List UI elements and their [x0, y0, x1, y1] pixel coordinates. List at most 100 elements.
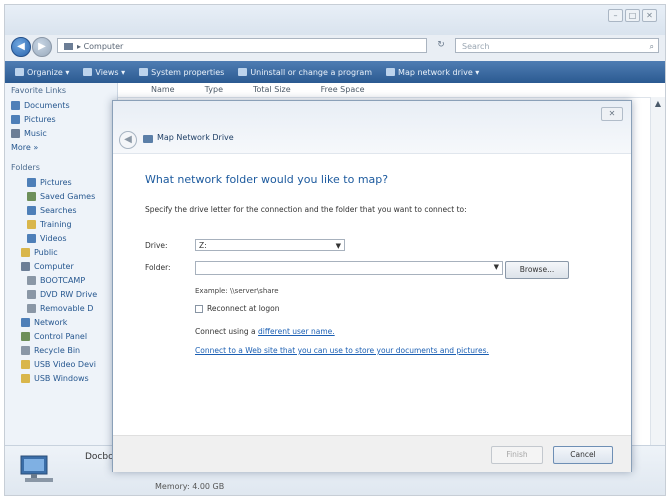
- browse-button[interactable]: Browse...: [505, 261, 569, 279]
- sidebar-item-label: Pictures: [24, 114, 56, 124]
- finish-button[interactable]: Finish: [491, 446, 543, 464]
- computer-icon: [64, 43, 73, 50]
- folder-label: Pictures: [40, 177, 72, 187]
- connect-using-line: Connect using a different user name.: [195, 327, 335, 336]
- pictures-icon: [11, 114, 20, 124]
- organize-button[interactable]: Organize ▾: [15, 68, 69, 77]
- drive-select[interactable]: Z: ▼: [195, 239, 345, 251]
- dialog-back-button[interactable]: ◀: [119, 131, 137, 149]
- folder-tree-item[interactable]: Control Panel: [5, 329, 117, 343]
- window-controls: – □ ✕: [608, 9, 657, 22]
- command-toolbar: Organize ▾ Views ▾ System properties Uni…: [5, 61, 665, 83]
- search-icon[interactable]: ⌕: [650, 39, 654, 54]
- folder-label: Recycle Bin: [34, 345, 81, 355]
- sidebar-item-music[interactable]: Music: [5, 126, 117, 140]
- forward-button[interactable]: ▶: [32, 37, 52, 57]
- minimize-button[interactable]: –: [608, 9, 623, 22]
- dialog-header: ✕ ◀ Map Network Drive: [113, 101, 631, 154]
- views-icon: [83, 68, 93, 76]
- folder-icon: [27, 233, 36, 243]
- chevron-down-icon: ▼: [335, 242, 341, 250]
- reconnect-checkbox[interactable]: [195, 304, 203, 313]
- column-type[interactable]: Type: [175, 83, 223, 97]
- folder-label: USB Windows: [34, 373, 89, 383]
- folder-tree-item[interactable]: Saved Games: [5, 189, 117, 203]
- folder-tree-item[interactable]: DVD RW Drive: [5, 287, 117, 301]
- folder-icon: [21, 359, 30, 369]
- folder-tree-item[interactable]: Recycle Bin: [5, 343, 117, 357]
- folder-tree-item[interactable]: BOOTCAMP: [5, 273, 117, 287]
- folder-tree-item[interactable]: USB Windows: [5, 371, 117, 385]
- search-input[interactable]: Search ⌕: [455, 38, 659, 53]
- scroll-up-icon[interactable]: ▲: [651, 97, 665, 111]
- folders-heading: Folders: [11, 163, 40, 172]
- close-button[interactable]: ✕: [642, 9, 657, 22]
- folder-icon: [27, 177, 36, 187]
- column-name[interactable]: Name: [118, 83, 175, 97]
- search-placeholder: Search: [462, 42, 490, 51]
- folder-label: BOOTCAMP: [40, 275, 86, 285]
- title-bar: – □ ✕: [5, 5, 665, 35]
- folder-label: Removable D: [40, 303, 94, 313]
- folder-tree-item[interactable]: Searches: [5, 203, 117, 217]
- back-button[interactable]: ◀: [11, 37, 31, 57]
- sidebar-item-label: More »: [11, 142, 39, 152]
- folder-icon: [21, 247, 30, 257]
- dialog-close-button[interactable]: ✕: [601, 107, 623, 121]
- organize-label: Organize ▾: [27, 67, 70, 77]
- column-free-space[interactable]: Free Space: [291, 83, 365, 97]
- folder-tree-item[interactable]: Network: [5, 315, 117, 329]
- folder-label: Control Panel: [34, 331, 88, 341]
- folder-icon: [27, 205, 36, 215]
- column-headers: Name Type Total Size Free Space: [118, 83, 665, 98]
- map-drive-label: Map network drive ▾: [398, 67, 480, 77]
- different-user-link[interactable]: different user name.: [258, 327, 335, 336]
- views-label: Views ▾: [95, 67, 126, 77]
- dialog-footer: Finish Cancel: [113, 435, 631, 472]
- folder-label: Computer: [34, 261, 74, 271]
- system-properties-button[interactable]: System properties: [139, 68, 224, 77]
- folder-icon: [21, 373, 30, 383]
- uninstall-program-button[interactable]: Uninstall or change a program: [238, 68, 372, 77]
- folder-tree-item[interactable]: Computer: [5, 259, 117, 273]
- folder-label: DVD RW Drive: [40, 289, 98, 299]
- folder-icon: [21, 345, 30, 355]
- network-drive-icon: [386, 68, 396, 76]
- web-storage-link[interactable]: Connect to a Web site that you can use t…: [195, 346, 489, 355]
- folder-tree-item[interactable]: Pictures: [5, 175, 117, 189]
- uninstall-label: Uninstall or change a program: [250, 67, 373, 77]
- system-properties-label: System properties: [151, 67, 225, 77]
- cancel-button[interactable]: Cancel: [553, 446, 613, 464]
- reconnect-row[interactable]: Reconnect at logon: [195, 304, 279, 313]
- chevron-down-icon[interactable]: ▼: [494, 263, 499, 271]
- sidebar-item-more[interactable]: More »: [5, 140, 117, 154]
- connect-prefix: Connect using a: [195, 327, 259, 336]
- reconnect-label: Reconnect at logon: [207, 304, 280, 313]
- refresh-icon[interactable]: ↻: [431, 38, 451, 53]
- map-network-drive-button[interactable]: Map network drive ▾: [386, 68, 479, 77]
- favorite-links-heading: Favorite Links: [11, 86, 67, 95]
- folder-tree-item[interactable]: Training: [5, 217, 117, 231]
- sidebar-item-label: Music: [24, 128, 47, 138]
- folder-icon: [27, 289, 36, 299]
- folder-tree-item[interactable]: Public: [5, 245, 117, 259]
- sidebar-item-label: Documents: [24, 100, 70, 110]
- views-button[interactable]: Views ▾: [83, 68, 125, 77]
- maximize-button[interactable]: □: [625, 9, 640, 22]
- dialog-heading: What network folder would you like to ma…: [145, 173, 389, 186]
- vertical-scrollbar[interactable]: ▲: [650, 97, 665, 495]
- folder-combobox[interactable]: ▼: [195, 261, 503, 275]
- folder-tree-item[interactable]: Removable D: [5, 301, 117, 315]
- drive-value: Z:: [199, 241, 207, 250]
- folder-label: Videos: [40, 233, 67, 243]
- organize-icon: [15, 68, 24, 76]
- folder-tree-item[interactable]: USB Video Devi: [5, 357, 117, 371]
- column-total-size[interactable]: Total Size: [223, 83, 291, 97]
- sidebar-item-documents[interactable]: Documents: [5, 98, 117, 112]
- folder-tree: Pictures Saved Games Searches Training Video…: [5, 175, 117, 385]
- sidebar-item-pictures[interactable]: Pictures: [5, 112, 117, 126]
- folder-tree-item[interactable]: Videos: [5, 231, 117, 245]
- folder-label: Public: [34, 247, 58, 257]
- folder-label: Folder:: [145, 263, 171, 272]
- address-bar[interactable]: ▸ Computer: [57, 38, 427, 53]
